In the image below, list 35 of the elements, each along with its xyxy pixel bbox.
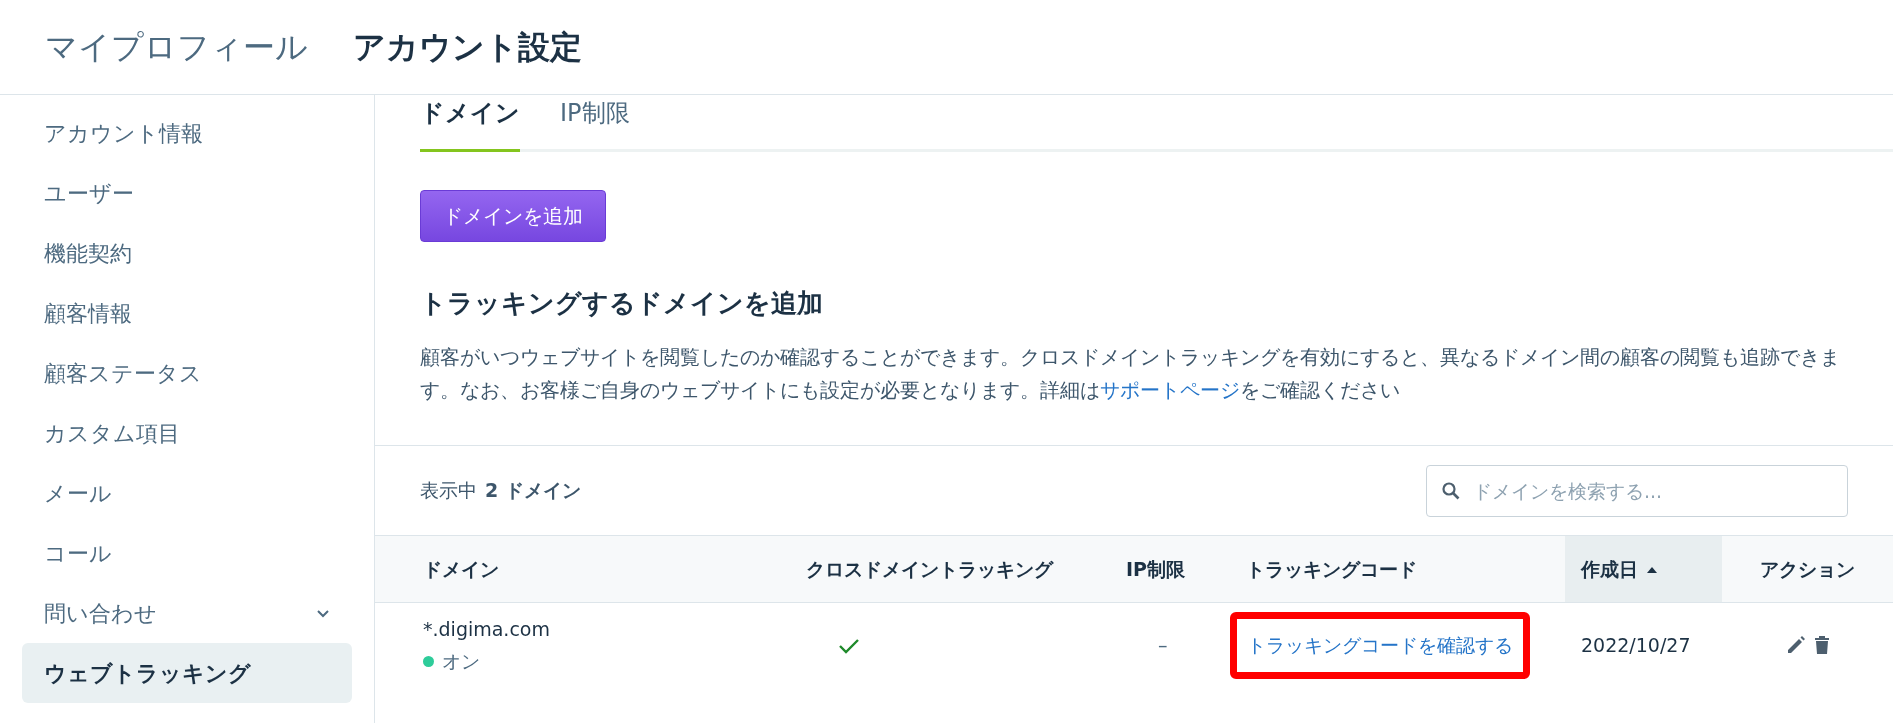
- breadcrumb-link[interactable]: マイプロフィール: [45, 23, 308, 71]
- trash-icon[interactable]: [1813, 635, 1830, 656]
- support-page-link[interactable]: サポートページ: [1100, 378, 1240, 402]
- pencil-icon[interactable]: [1785, 635, 1806, 656]
- tracking-code-link[interactable]: トラッキングコードを確認する: [1230, 612, 1530, 679]
- section-title: トラッキングするドメインを追加: [420, 287, 824, 320]
- domain-name: *.digima.com: [423, 616, 551, 642]
- status-label: オン: [442, 649, 480, 675]
- search-field[interactable]: ドメインを検索する...: [1426, 464, 1848, 517]
- chevron-down-icon: [316, 608, 330, 618]
- tab[interactable]: ドメイン: [420, 95, 520, 152]
- count-label: 表示中: [420, 478, 477, 504]
- column-header[interactable]: IP制限: [1110, 536, 1230, 602]
- domain-count: 2 ドメイン: [485, 478, 581, 504]
- sidebar-item[interactable]: 顧客情報: [22, 283, 352, 343]
- column-header[interactable]: トラッキングコード: [1230, 536, 1565, 602]
- column-header[interactable]: クロスドメイントラッキング: [790, 536, 1110, 602]
- breadcrumb-link[interactable]: アカウント設定: [353, 23, 582, 71]
- description-paragraph: 顧客がいつウェブサイトを閲覧したのか確認することができます。クロスドメイントラッキングを有効にすると、異なるドメイン間の顧客の閲覧も追跡できます。なお、お客様ご自身のウェブサイトにも設定が必要となります。詳細はサポートページをご確認ください: [420, 344, 1841, 404]
- sidebar-item[interactable]: カスタム項目: [22, 403, 352, 463]
- sidebar-item[interactable]: 問い合わせ: [22, 583, 352, 643]
- sidebar-item[interactable]: アカウント情報: [22, 103, 352, 163]
- add-domain-button[interactable]: ドメインを追加: [420, 190, 606, 242]
- column-header[interactable]: 作成日: [1565, 536, 1722, 602]
- ip-restriction-value: –: [1158, 634, 1168, 656]
- sidebar-item[interactable]: コール: [22, 523, 352, 583]
- tab[interactable]: IP制限: [560, 95, 630, 152]
- sidebar-item[interactable]: ユーザー: [22, 163, 352, 223]
- column-header[interactable]: ドメイン: [375, 536, 790, 602]
- sidebar-item[interactable]: メール: [22, 463, 352, 523]
- sort-ascending-icon: [1646, 566, 1658, 574]
- column-header[interactable]: アクション: [1722, 536, 1893, 602]
- sidebar-item[interactable]: ウェブトラッキング: [22, 643, 352, 703]
- sidebar-item[interactable]: 機能契約: [22, 223, 352, 283]
- sidebar-item[interactable]: 顧客ステータス: [22, 343, 352, 403]
